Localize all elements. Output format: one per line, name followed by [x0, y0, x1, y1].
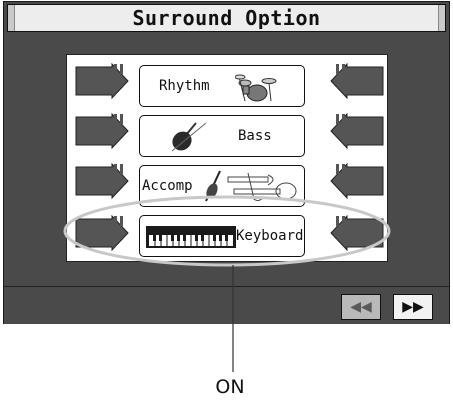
- callout-highlight: [63, 195, 391, 372]
- callout-label: ON: [215, 376, 245, 398]
